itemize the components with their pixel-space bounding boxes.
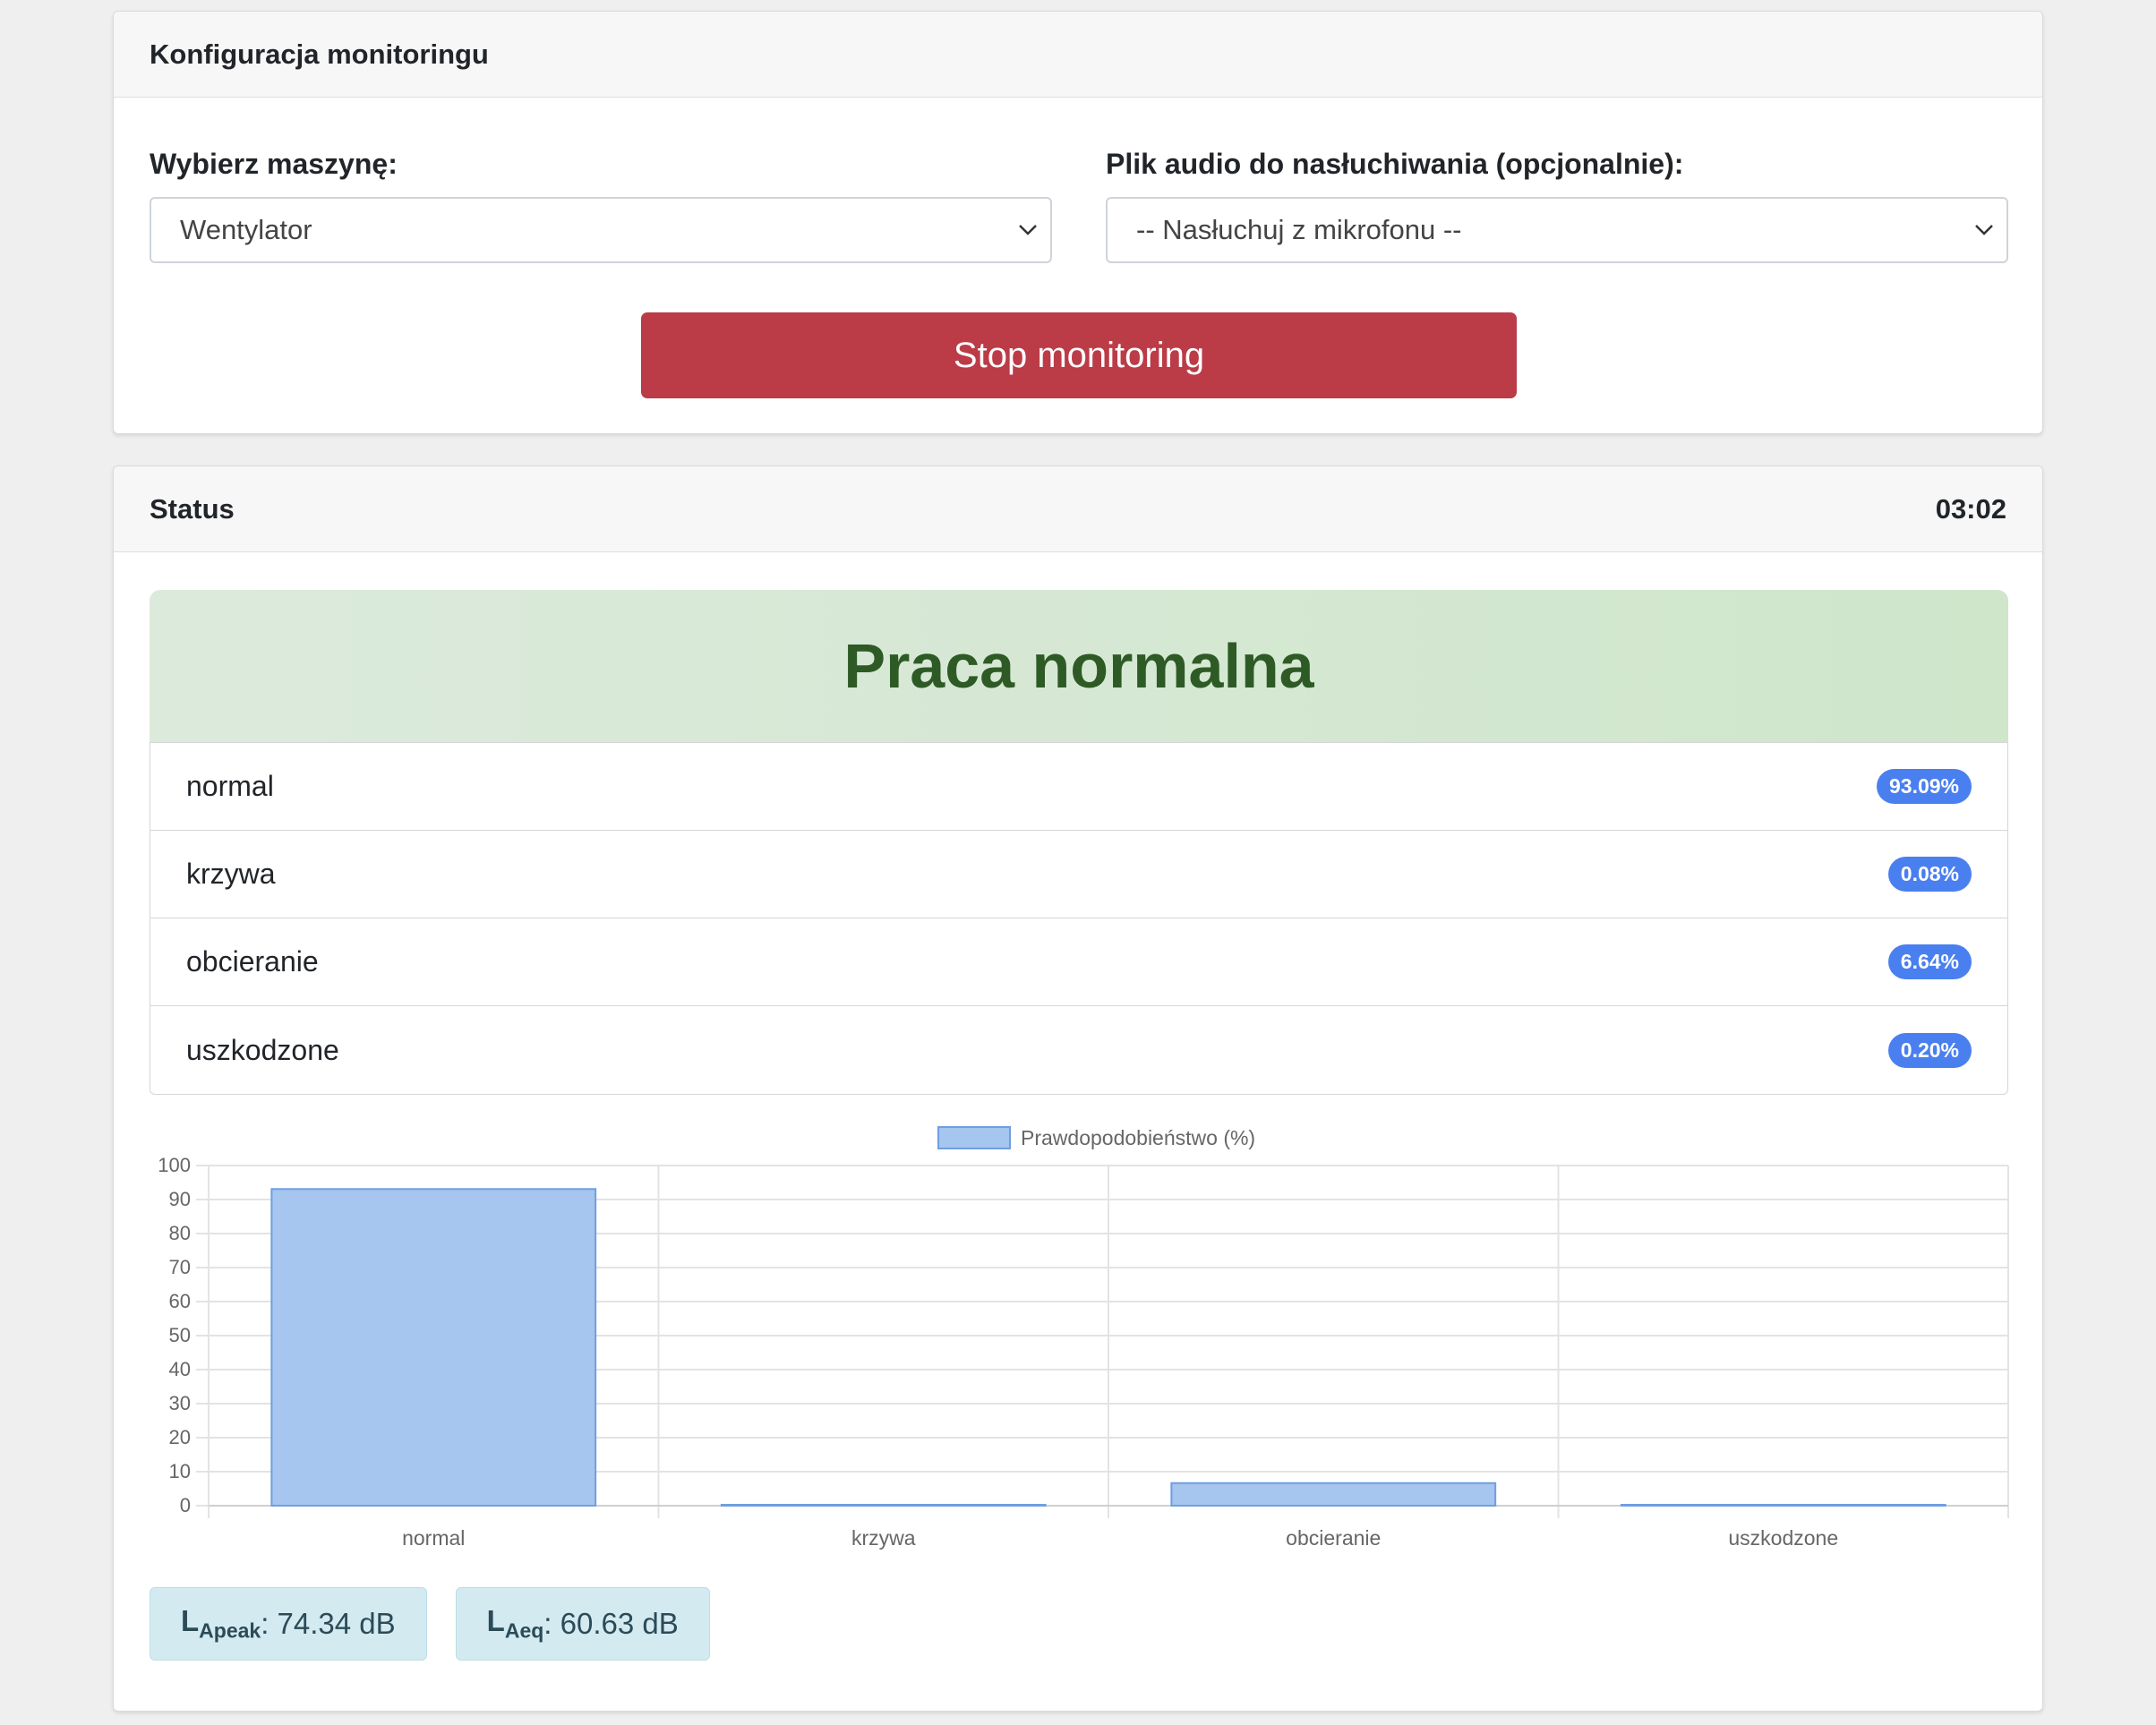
legend-label: Prawdopodobieństwo (%) [1021,1126,1255,1149]
stop-monitoring-button[interactable]: Stop monitoring [641,312,1517,398]
y-tick-label: 10 [169,1460,191,1482]
status-card: Status 03:02 Praca normalna normal 93.09… [113,465,2043,1712]
chevron-down-icon [1975,225,1993,235]
machine-select-value: Wentylator [180,214,312,245]
laeq-meter: LAeq: 60.63 dB [455,1587,710,1661]
audio-select-value: -- Nasłuchuj z mikrofonu -- [1136,214,1462,245]
bar-normal [270,1188,597,1507]
bar-krzywa [720,1504,1047,1507]
audio-select[interactable]: -- Nasłuchuj z mikrofonu -- [1106,197,2008,263]
y-tick-label: 50 [169,1324,191,1346]
probability-chart: 0 10 20 30 40 50 60 70 80 90 100 normal krzywa obcier… [158,1126,2009,1550]
lapeak-value: : 74.34 dB [261,1607,396,1640]
y-tick-label: 30 [169,1392,191,1414]
y-tick-label: 0 [180,1494,191,1516]
x-tick-label: obcieranie [1286,1526,1381,1550]
chevron-down-icon [1019,225,1037,235]
y-tick-label: 60 [169,1290,191,1312]
y-tick-label: 20 [169,1426,191,1448]
bar-obcieranie [1170,1482,1497,1507]
config-title: Konfiguracja monitoringu [150,38,489,70]
lapeak-label: LApeak [181,1604,261,1643]
sound-level-meters: LApeak: 74.34 dB LAeq: 60.63 dB [150,1587,710,1661]
audio-field: Plik audio do nasłuchiwania (opcjonalnie… [1106,148,2008,263]
x-tick-label: uszkodzone [1728,1526,1838,1550]
config-header: Konfiguracja monitoringu [114,12,2042,98]
lapeak-meter: LApeak: 74.34 dB [150,1587,427,1661]
y-tick-label: 40 [169,1358,191,1380]
config-card: Konfiguracja monitoringu Wybierz maszynę… [113,11,2043,434]
y-tick-label: 100 [158,1154,191,1176]
machine-label: Wybierz maszynę: [150,148,398,180]
laeq-value: : 60.63 dB [543,1607,679,1640]
x-tick-label: normal [402,1526,465,1550]
audio-label: Plik audio do nasłuchiwania (opcjonalnie… [1106,148,1684,180]
legend-swatch [937,1126,1011,1149]
machine-select[interactable]: Wentylator [150,197,1052,263]
laeq-label: LAeq [486,1604,544,1643]
x-tick-label: krzywa [851,1526,916,1550]
y-tick-label: 90 [169,1188,191,1210]
machine-field: Wybierz maszynę: Wentylator [150,148,1052,263]
y-tick-label: 80 [169,1222,191,1244]
y-tick-label: 70 [169,1256,191,1278]
bar-uszkodzone [1620,1504,1946,1507]
